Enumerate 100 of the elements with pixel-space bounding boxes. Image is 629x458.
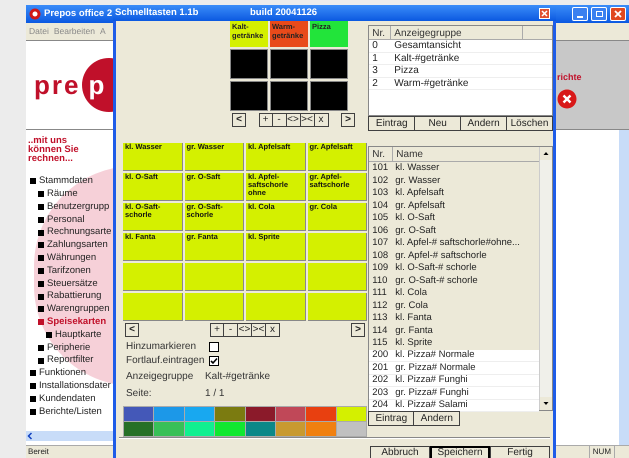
previous-button[interactable]: < [125, 323, 139, 337]
vertical-scrollbar[interactable] [619, 130, 629, 445]
table-row[interactable]: 201 gr. Pizza# Normale [369, 362, 539, 374]
nav-button[interactable]: >< [252, 323, 266, 337]
next-button[interactable]: > [341, 113, 355, 127]
table-row[interactable]: 113 kl. Fanta [369, 312, 539, 324]
table-row[interactable]: 105 kl. O-Saft [369, 212, 539, 224]
tree-item[interactable]: Warengruppen [26, 302, 113, 316]
tree-item[interactable]: Kundendaten [26, 392, 113, 406]
color-swatch[interactable] [336, 422, 366, 436]
color-swatch[interactable] [124, 422, 154, 436]
tree-item[interactable]: Speisekarten [26, 316, 113, 329]
table-row[interactable]: 101 kl. Wasser [369, 162, 539, 174]
color-swatch[interactable] [184, 422, 214, 436]
nav-button[interactable]: <> [286, 113, 300, 127]
empty-key[interactable] [308, 263, 367, 291]
empty-key[interactable] [246, 293, 306, 321]
table-row[interactable]: 112 gr. Cola [369, 300, 539, 312]
color-swatch[interactable] [154, 407, 184, 421]
table-row[interactable]: 102 gr. Wasser [369, 174, 539, 187]
tree-item[interactable]: Hauptkarte [26, 328, 113, 342]
dialog-button[interactable]: Abbruch [370, 446, 430, 458]
empty-slot[interactable] [270, 49, 308, 79]
column-header[interactable]: Name [393, 146, 539, 162]
dialog-button[interactable]: Fertig [490, 446, 550, 458]
tree-item[interactable]: Berichte/Listen [26, 405, 113, 418]
minimize-button[interactable] [572, 7, 588, 21]
color-swatch[interactable] [306, 407, 336, 421]
color-swatch[interactable] [124, 407, 154, 421]
empty-key[interactable] [246, 263, 306, 291]
tree-item[interactable]: Installationsdater [26, 380, 113, 393]
tree-item[interactable]: Zahlungsarten [26, 238, 113, 252]
empty-key[interactable] [123, 293, 182, 321]
table-button[interactable]: Löschen [507, 116, 553, 131]
empty-key[interactable] [184, 293, 244, 321]
dialog-button[interactable]: Speichern [430, 446, 490, 458]
color-swatch[interactable] [215, 422, 244, 436]
table-button[interactable]: Andern [414, 411, 460, 426]
color-swatch[interactable] [215, 407, 244, 421]
table-row[interactable]: 103 kl. Apfelsaft [369, 187, 539, 200]
tree-item[interactable]: Funktionen [26, 366, 113, 380]
table-row[interactable]: 114 gr. Fanta [369, 324, 539, 337]
tree-item[interactable]: Benutzergrupp [26, 200, 113, 214]
table-button[interactable]: Eintrag [368, 411, 414, 426]
nav-button[interactable]: - [224, 323, 238, 337]
color-swatch[interactable] [184, 407, 214, 421]
tree-item[interactable]: Tarifzonen [26, 264, 113, 278]
empty-slot[interactable] [230, 81, 268, 111]
table-row[interactable]: 202 kl. Pizza# Funghi [369, 374, 539, 387]
nav-button[interactable]: + [258, 113, 272, 127]
table-row[interactable]: 111 kl. Cola [369, 287, 539, 300]
next-button[interactable]: > [351, 323, 365, 337]
table-row[interactable]: 110 gr. O-Saft-# schorle [369, 274, 539, 287]
restore-button[interactable] [591, 7, 607, 21]
empty-slot[interactable] [310, 81, 348, 111]
table-row[interactable]: 203 gr. Pizza# Funghi [369, 387, 539, 400]
color-swatch[interactable] [246, 407, 275, 421]
tree-item[interactable]: Stammdaten [26, 175, 113, 188]
tree-item[interactable]: Steuersätze [26, 277, 113, 290]
color-swatch[interactable] [276, 422, 306, 436]
tree-item[interactable]: Peripherie [26, 341, 113, 354]
tree-item[interactable]: Rechnungsarte [26, 226, 113, 239]
table-row[interactable]: 115 kl. Sprite [369, 337, 539, 350]
color-swatch[interactable] [276, 407, 306, 421]
color-swatch[interactable] [154, 422, 184, 436]
color-swatch[interactable] [246, 422, 275, 436]
table-row[interactable]: 109 kl. O-Saft-# schorle [369, 262, 539, 274]
table-button[interactable]: Eintrag [368, 116, 416, 131]
nav-button[interactable]: + [210, 323, 224, 337]
close-button[interactable] [610, 7, 626, 21]
nav-button[interactable]: x [314, 113, 328, 127]
tree-item[interactable]: Währungen [26, 252, 113, 265]
checkbox[interactable] [209, 356, 219, 366]
previous-button[interactable]: < [232, 113, 246, 127]
table-row[interactable]: 107 kl. Apfel-# saftschorle#ohne... [369, 237, 539, 250]
empty-key[interactable] [308, 233, 367, 261]
dialog-close-button[interactable] [539, 8, 550, 18]
column-header[interactable]: Nr. [369, 26, 392, 39]
empty-key[interactable] [123, 263, 182, 291]
table-row[interactable]: 108 gr. Apfel-# saftschorle [369, 250, 539, 262]
checkbox[interactable] [209, 342, 219, 352]
color-swatch[interactable] [306, 422, 336, 436]
empty-slot[interactable] [270, 81, 308, 111]
table-row[interactable]: 106 gr. O-Saft [369, 224, 539, 237]
tree-item[interactable]: Räume [26, 188, 113, 201]
nav-button[interactable]: <> [238, 323, 252, 337]
column-header[interactable]: Anzeigegruppe [391, 26, 524, 39]
nav-button[interactable]: x [266, 323, 280, 337]
nav-button[interactable]: >< [300, 113, 314, 127]
nav-button[interactable]: - [272, 113, 286, 127]
empty-slot[interactable] [230, 49, 268, 79]
tree-item[interactable]: Reportfilter [26, 354, 113, 367]
horizontal-scrollbar[interactable] [26, 431, 113, 441]
vertical-scrollbar[interactable] [539, 147, 552, 410]
empty-key[interactable] [308, 293, 367, 321]
tree-item[interactable]: Rabattierung [26, 290, 113, 303]
empty-slot[interactable] [310, 49, 348, 79]
color-swatch[interactable] [336, 407, 366, 421]
empty-key[interactable] [184, 263, 244, 291]
table-row[interactable]: 104 gr. Apfelsaft [369, 200, 539, 212]
